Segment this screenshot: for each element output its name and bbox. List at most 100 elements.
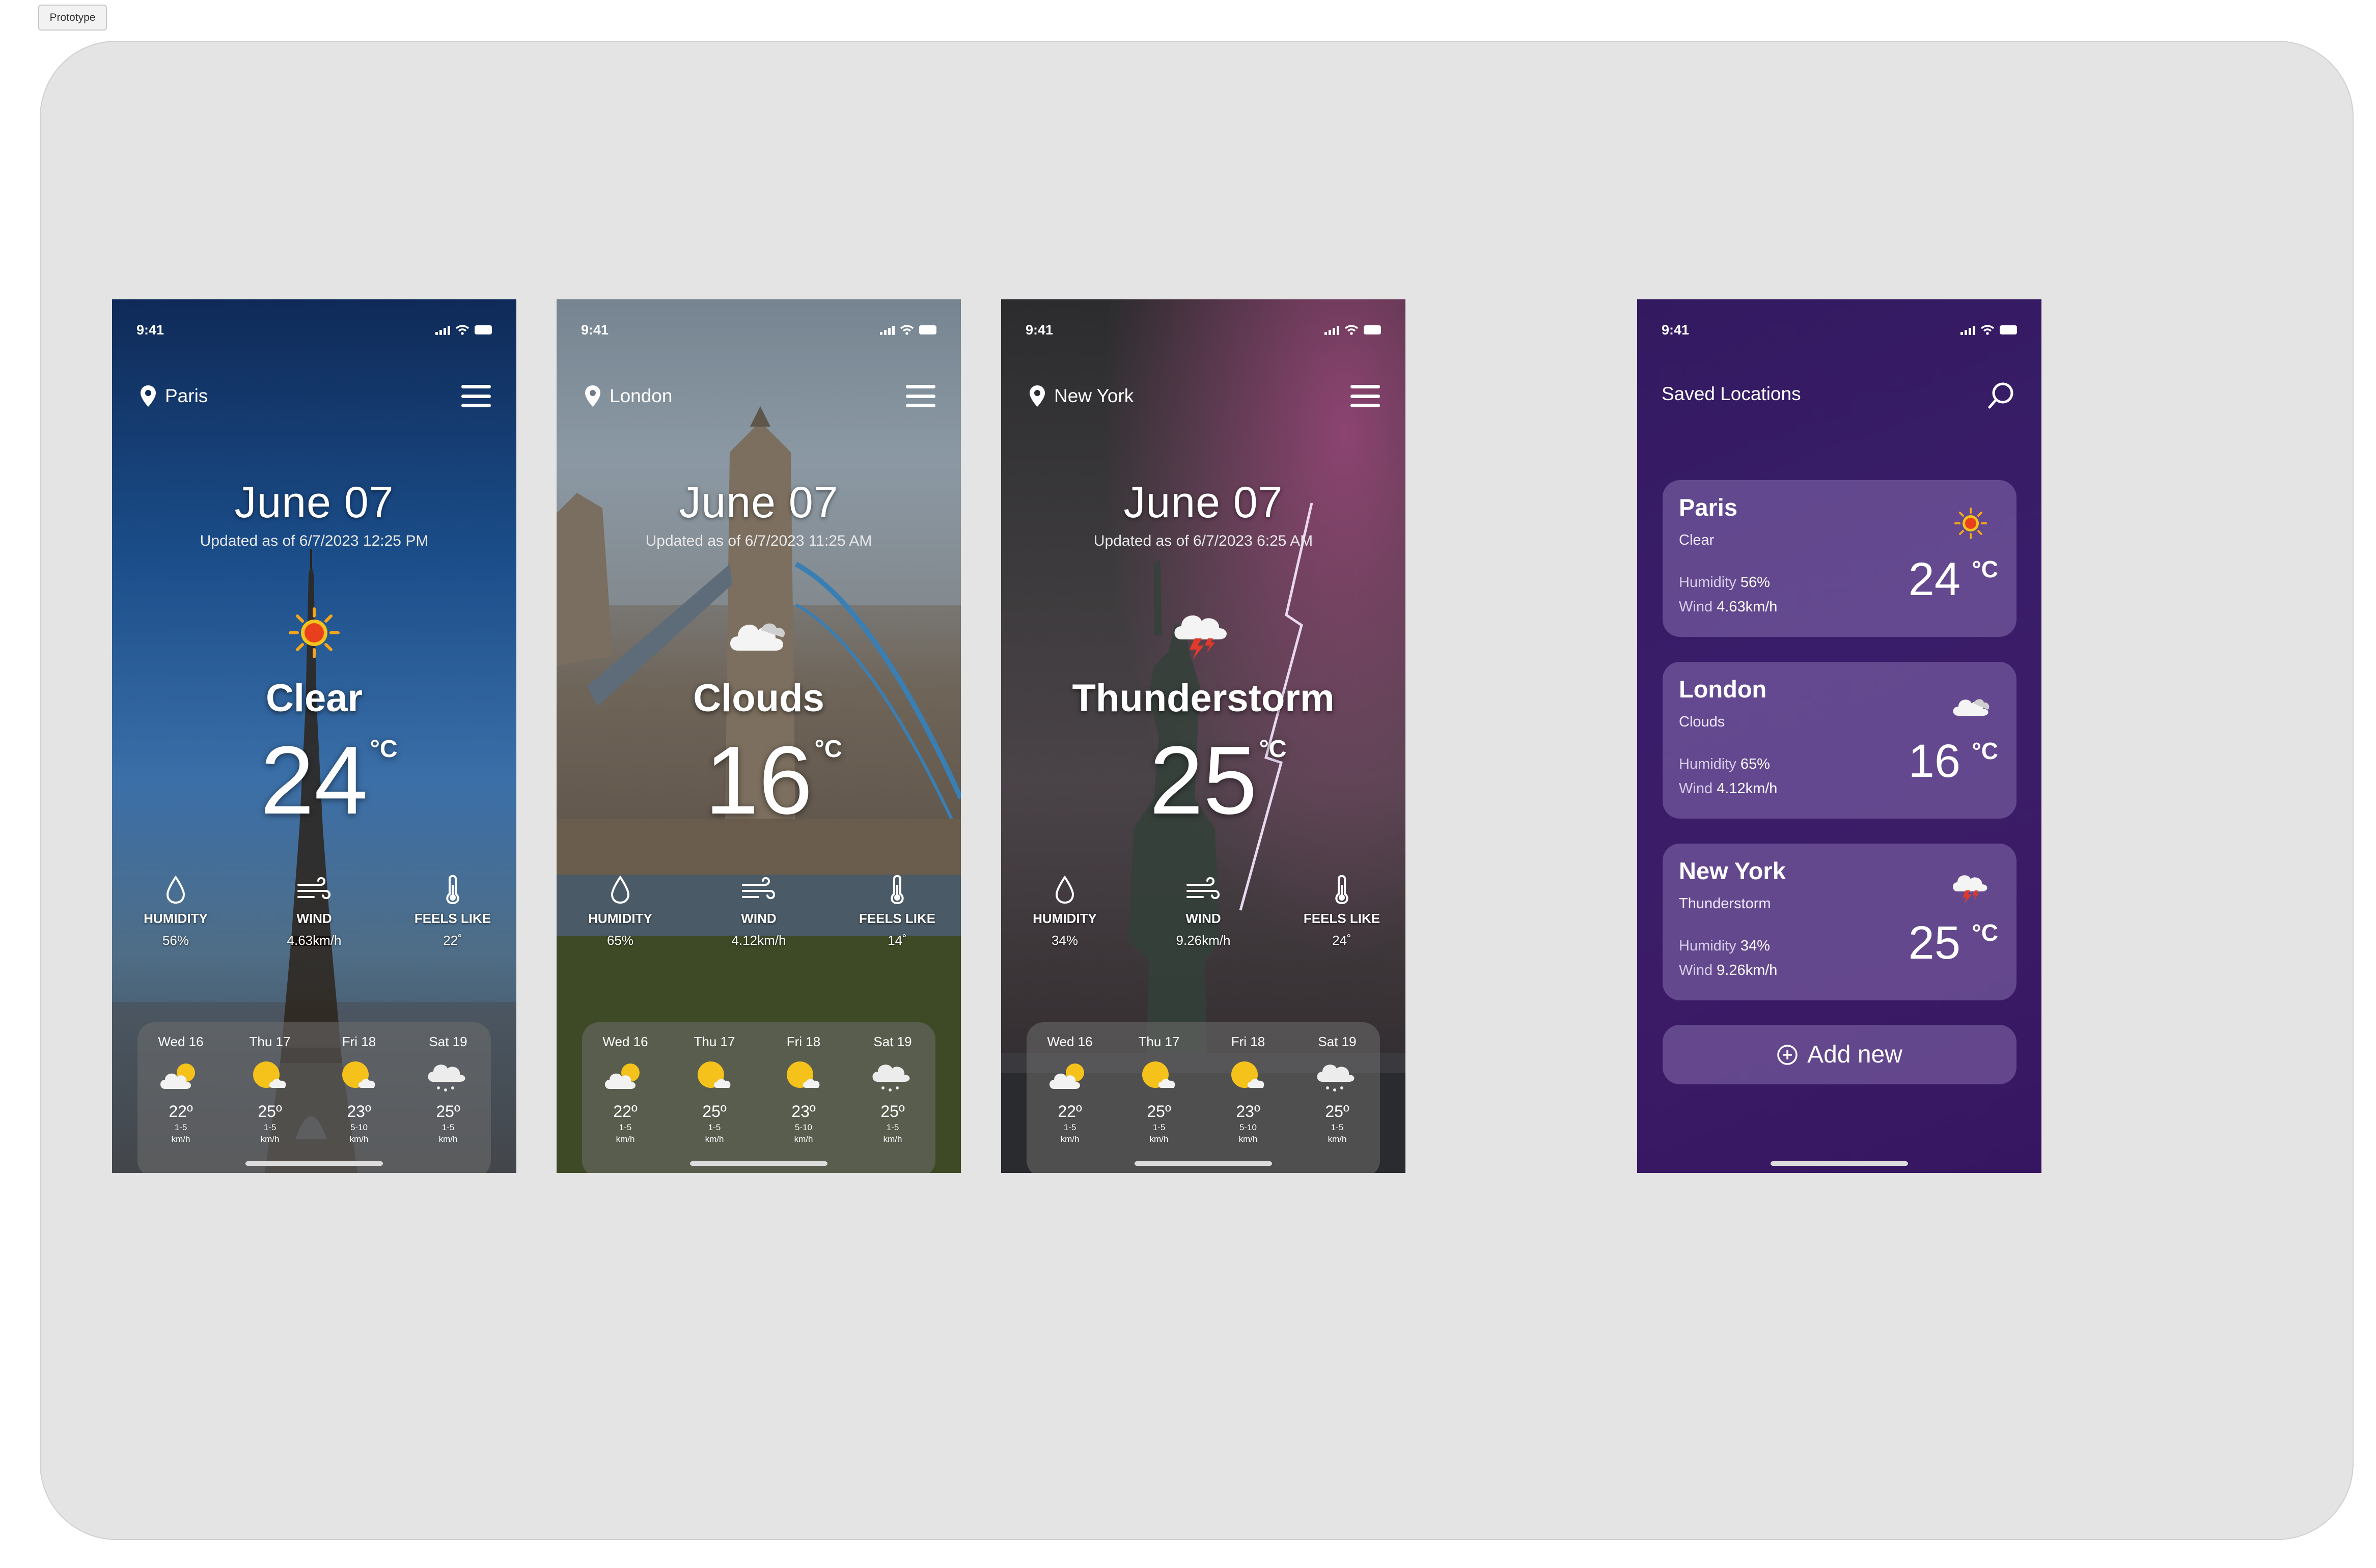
- sun-icon: [289, 607, 340, 658]
- feels-like-value: 24˚: [1332, 933, 1351, 948]
- location-selector[interactable]: Paris: [141, 385, 208, 407]
- wind-value: 9.26km/h: [1176, 933, 1231, 948]
- forecast-temp: 25º: [258, 1102, 282, 1121]
- card-wind-value: 4.12km/h: [1717, 780, 1778, 797]
- saved-location-card[interactable]: London Clouds Humidity 65% Wind 4.12km/h…: [1663, 662, 2016, 819]
- forecast-day[interactable]: Fri 18 23º 5-10 km/h: [323, 1031, 395, 1144]
- feels-like-stat: FEELS LIKE 14˚: [854, 872, 941, 948]
- top-bar: Paris: [141, 381, 491, 411]
- card-humidity-value: 34%: [1740, 938, 1770, 954]
- wind-value: 4.12km/h: [731, 933, 786, 948]
- wifi-icon: [1980, 325, 1995, 335]
- forecast-wind: 1-5: [174, 1123, 187, 1132]
- humidity-stat: HUMIDITY 65%: [577, 872, 664, 948]
- feels-like-value: 22˚: [443, 933, 462, 948]
- top-bar: London: [585, 381, 935, 411]
- saved-location-card[interactable]: New York Thunderstorm Humidity 34% Wind …: [1663, 844, 2016, 1000]
- card-humidity: Humidity 56%: [1679, 574, 1770, 591]
- weather-screen-new-york: 9:41 New York June 07 Updated as of 6/7/…: [1001, 299, 1405, 1173]
- forecast-wind: 1-5: [1063, 1123, 1076, 1132]
- location-pin-icon: [585, 385, 600, 407]
- card-temperature: 16: [1908, 735, 1960, 787]
- location-name: New York: [1054, 385, 1134, 406]
- forecast-day[interactable]: Sat 19 25º 1-5 km/h: [857, 1031, 928, 1144]
- wind-icon: [742, 877, 775, 900]
- water-drop-icon: [166, 876, 185, 904]
- forecast-day-label: Wed 16: [602, 1034, 648, 1049]
- wind-label: WIND: [1185, 911, 1221, 926]
- card-wind-value: 4.63km/h: [1717, 599, 1778, 615]
- signal-icon: [435, 325, 450, 335]
- add-new-button[interactable]: Add new: [1663, 1025, 2016, 1084]
- wifi-icon: [1344, 325, 1359, 335]
- forecast-temp: 25º: [702, 1102, 727, 1121]
- wifi-icon: [900, 325, 914, 335]
- thunderstorm-icon: [1174, 615, 1227, 660]
- forecast-day[interactable]: Fri 18 23º 5-10 km/h: [1212, 1031, 1284, 1144]
- sunny-cloud-icon: [698, 1061, 731, 1088]
- forecast-day[interactable]: Fri 18 23º 5-10 km/h: [768, 1031, 839, 1144]
- menu-icon[interactable]: [906, 385, 935, 407]
- forecast-wind-unit: km/h: [1238, 1134, 1258, 1144]
- forecast-day-label: Thu 17: [694, 1034, 735, 1049]
- location-selector[interactable]: New York: [1030, 385, 1134, 407]
- forecast-wind: 5-10: [794, 1123, 813, 1132]
- wind-icon: [1186, 877, 1220, 900]
- sunny-cloud-icon: [1231, 1061, 1264, 1088]
- feels-like-value: 14˚: [888, 933, 907, 948]
- forecast-day[interactable]: Sat 19 25º 1-5 km/h: [412, 1031, 484, 1144]
- forecast-day-label: Sat 19: [429, 1034, 467, 1049]
- weather-screen-paris: 9:41 Paris June 07 Updated as of 6/7/202…: [112, 299, 516, 1173]
- location-selector[interactable]: London: [585, 385, 672, 407]
- wind-label: WIND: [296, 911, 332, 926]
- forecast-day-label: Sat 19: [873, 1034, 912, 1049]
- saved-location-card[interactable]: Paris Clear Humidity 56% Wind 4.63km/h 2…: [1663, 480, 2016, 637]
- humidity-label: HUMIDITY: [1033, 911, 1097, 926]
- forecast-day[interactable]: Thu 17 25º 1-5 km/h: [234, 1031, 306, 1144]
- feels-like-stat: FEELS LIKE 22˚: [409, 872, 496, 948]
- forecast-temp: 23º: [1236, 1102, 1260, 1121]
- temperature-value: 24: [260, 726, 368, 834]
- temperature-value: 16: [705, 726, 813, 834]
- location-pin-icon: [1030, 385, 1045, 407]
- thermometer-icon: [1335, 875, 1348, 905]
- rain-cloud-icon: [428, 1064, 465, 1091]
- forecast-wind-unit: km/h: [1328, 1134, 1347, 1144]
- home-indicator[interactable]: [1135, 1161, 1272, 1166]
- forecast-wind-unit: km/h: [438, 1134, 458, 1144]
- location-pin-icon: [141, 385, 156, 407]
- date-heading: June 07: [234, 478, 394, 527]
- forecast-wind: 5-10: [1239, 1123, 1257, 1132]
- card-temperature-unit: °C: [1972, 738, 1998, 764]
- rain-cloud-icon: [872, 1064, 910, 1091]
- condition-label: Clear: [265, 677, 363, 720]
- card-wind-label: Wind: [1679, 962, 1713, 978]
- date-heading: June 07: [679, 478, 839, 527]
- partly-cloudy-icon: [1049, 1063, 1084, 1089]
- forecast-day[interactable]: Wed 16 22º 1-5 km/h: [145, 1031, 216, 1144]
- menu-icon[interactable]: [1350, 385, 1380, 407]
- search-icon[interactable]: [1985, 380, 2017, 411]
- card-humidity-label: Humidity: [1679, 574, 1736, 591]
- card-city-name: New York: [1679, 857, 1786, 884]
- forecast-day[interactable]: Sat 19 25º 1-5 km/h: [1302, 1031, 1373, 1144]
- forecast-day-label: Sat 19: [1318, 1034, 1357, 1049]
- card-temperature-unit: °C: [1972, 919, 1998, 946]
- status-time: 9:41: [136, 322, 164, 338]
- status-bar: 9:41: [581, 320, 936, 340]
- forecast-day[interactable]: Wed 16 22º 1-5 km/h: [590, 1031, 661, 1144]
- home-indicator[interactable]: [245, 1161, 383, 1166]
- home-indicator[interactable]: [690, 1161, 827, 1166]
- card-wind: Wind 9.26km/h: [1679, 962, 1777, 979]
- forecast-day[interactable]: Wed 16 22º 1-5 km/h: [1034, 1031, 1106, 1144]
- humidity-stat: HUMIDITY 56%: [132, 872, 219, 948]
- card-city-name: London: [1679, 676, 1767, 703]
- home-indicator[interactable]: [1771, 1161, 1908, 1166]
- forecast-day[interactable]: Thu 17 25º 1-5 km/h: [679, 1031, 750, 1144]
- card-wind: Wind 4.12km/h: [1679, 780, 1777, 797]
- wind-stat: WIND 9.26km/h: [1160, 872, 1247, 948]
- forecast-wind-unit: km/h: [705, 1134, 724, 1144]
- forecast-day[interactable]: Thu 17 25º 1-5 km/h: [1123, 1031, 1195, 1144]
- weather-screen-london: 9:41 London June 07 Updated as of 6/7/20…: [557, 299, 961, 1173]
- menu-icon[interactable]: [461, 385, 491, 407]
